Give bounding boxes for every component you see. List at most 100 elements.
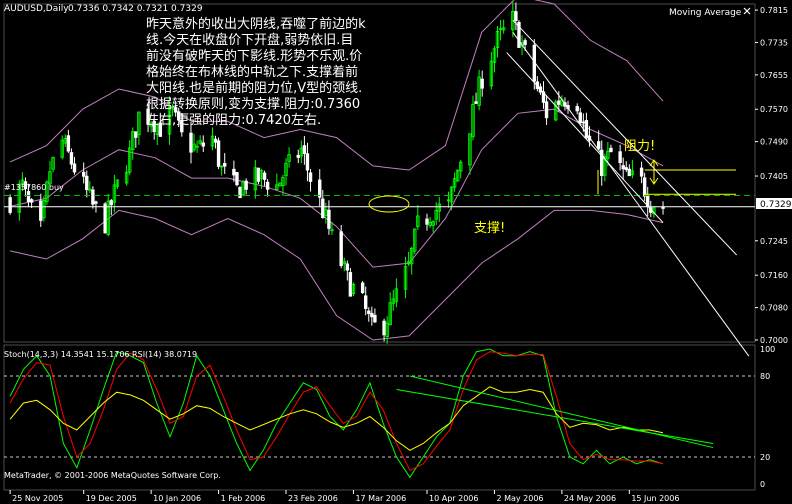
trendlines[interactable] <box>506 19 750 357</box>
candle <box>339 225 343 269</box>
candle <box>575 103 579 115</box>
price-tick-label: 0.7490 <box>760 138 788 147</box>
candle <box>477 69 481 111</box>
candle <box>489 51 494 90</box>
candle <box>85 170 89 198</box>
candle <box>287 147 291 168</box>
candle <box>189 121 193 164</box>
ohlc-values: 0.7336 0.7342 0.7321 0.7329 <box>68 4 203 14</box>
trendline[interactable] <box>512 19 737 256</box>
candle-body <box>544 101 549 119</box>
candle <box>360 281 365 295</box>
indicator-label: Moving Average <box>669 8 742 18</box>
candle <box>124 165 129 186</box>
candle-body <box>26 191 31 202</box>
candle-body <box>232 168 236 176</box>
annotation-line: 根据转换原则,变为支撑.阻力:0.7360 <box>146 96 360 112</box>
oscillator-tick-label: 0 <box>760 480 765 489</box>
candle <box>468 133 472 175</box>
candle-body <box>235 172 239 186</box>
oscillator-tick-label: 80 <box>760 372 770 381</box>
candle <box>624 161 628 173</box>
oscillator-trendline[interactable] <box>396 389 714 444</box>
candle-body <box>256 167 261 182</box>
candle-body <box>8 197 12 213</box>
candle-body <box>624 167 628 171</box>
annotation-line: 格始终在布林线的中轨之下.支撑着前 <box>146 64 358 80</box>
candle <box>394 278 399 308</box>
annotation-line: 线.今天在收盘价下开盘,弱势依旧.目 <box>146 32 353 48</box>
candle <box>370 306 374 326</box>
candle <box>81 162 86 184</box>
candle <box>324 202 328 224</box>
candle <box>201 135 205 153</box>
candle <box>642 172 647 202</box>
candle-body <box>339 231 343 267</box>
candle <box>278 182 282 187</box>
candle-body <box>364 295 368 309</box>
candle-body <box>318 179 322 198</box>
candle <box>600 140 604 186</box>
annotation-text: 昨天意外的收出大阴线,吞噬了前边的k 线.今天在收盘价下开盘,弱势依旧.目 前没… <box>146 16 366 128</box>
trendline[interactable] <box>506 52 664 223</box>
annotation-line: 前没有破昨天的下影线.形势不乐观.价 <box>146 48 362 64</box>
candle <box>66 129 71 154</box>
candle <box>495 25 500 58</box>
candle-body <box>238 186 242 199</box>
symbol-label: AUDUSD,Daily <box>4 4 69 14</box>
candle-body <box>360 282 365 294</box>
candle <box>428 216 432 228</box>
candle <box>517 20 521 48</box>
price-tick-label: 0.7245 <box>760 237 788 246</box>
order-label: #1357860 buy <box>4 183 64 192</box>
candle <box>492 45 497 73</box>
candle <box>646 186 650 217</box>
candle-body <box>308 172 313 182</box>
chart-window: 100 80 20 0 0.7815 0.7735 0.7655 0.7570 0.7490 0… <box>0 0 792 504</box>
candle <box>373 308 377 324</box>
chart-canvas[interactable]: 10080200 0.78150.77350.76550.75700.74900… <box>0 0 792 504</box>
candle <box>425 213 429 231</box>
candle <box>446 191 451 208</box>
candle-body <box>85 175 89 191</box>
candle-body <box>134 131 138 138</box>
close-icon[interactable] <box>743 7 751 15</box>
candle <box>39 193 43 227</box>
candle-body <box>94 201 98 204</box>
oscillator-panel-frame <box>3 344 756 491</box>
price-tick-label: 0.7815 <box>760 6 788 15</box>
candle <box>262 170 267 187</box>
candle <box>416 205 420 230</box>
candle <box>195 140 199 153</box>
candle-body <box>244 180 248 190</box>
candle <box>60 135 64 160</box>
candle <box>137 111 141 145</box>
bollinger-middle <box>9 108 664 268</box>
candle <box>223 153 227 174</box>
candle-body <box>296 154 300 158</box>
candle <box>480 70 484 97</box>
candle <box>69 148 74 169</box>
candle <box>535 76 540 92</box>
candle-body <box>29 199 34 203</box>
candle-body <box>265 181 270 190</box>
candle <box>578 107 582 125</box>
candle <box>51 156 55 173</box>
oscillator-header: Stoch(14,3,3) 14.3541 15.1706 RSI(14) 38… <box>4 350 197 359</box>
candle <box>256 167 261 184</box>
candle <box>621 157 625 180</box>
candle-body <box>305 153 310 171</box>
date-tick-label: 1 Feb 2006 <box>221 494 266 503</box>
candle <box>630 159 635 179</box>
price-tick-label: 0.7160 <box>760 271 788 280</box>
candle <box>609 144 613 153</box>
candle-body <box>425 218 429 225</box>
candle-body <box>223 162 227 167</box>
candle-body <box>642 177 647 197</box>
oscillator-tick-label: 20 <box>760 453 770 462</box>
candle-body <box>109 200 113 206</box>
candle-body <box>627 168 632 177</box>
candle <box>661 201 665 215</box>
candle <box>639 161 644 184</box>
candle <box>514 2 518 31</box>
